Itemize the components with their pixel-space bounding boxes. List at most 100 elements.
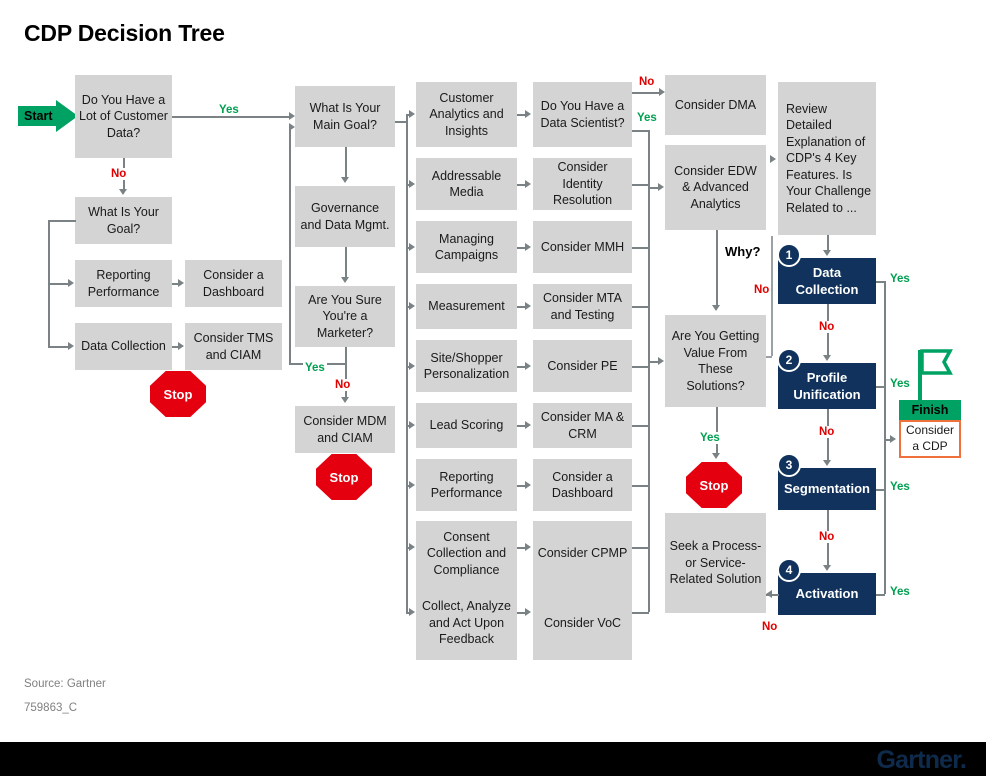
- edge-arrow-n15-n24: [525, 362, 531, 370]
- node-review-detailed-explanation-cdp-features[interactable]: Review Detailed Explanation of CDP's 4 K…: [778, 82, 876, 235]
- edge-arrow-n13: [409, 243, 415, 251]
- edge-label-yes-n37: Yes: [888, 586, 912, 598]
- edge-arrow-n33-n34: [823, 250, 831, 256]
- node-seek-a-process-or-service-related-solution[interactable]: Seek a Process- or Service-Related Solut…: [665, 513, 766, 613]
- edge-arrow-into-n33: [770, 155, 776, 163]
- finish-flag-icon: [918, 349, 953, 400]
- edge-arrow-n15: [409, 362, 415, 370]
- node-do-you-have-a-lot-of-customer-data[interactable]: Do You Have a Lot of Customer Data?: [75, 75, 172, 158]
- node-consider-edw-and-advanced-analytics[interactable]: Consider EDW & Advanced Analytics: [665, 145, 766, 230]
- node-consider-mta-and-testing[interactable]: Consider MTA and Testing: [533, 284, 632, 329]
- edge-n7-n8: [345, 147, 347, 178]
- edge-arrow-n12: [409, 180, 415, 188]
- node-consider-identity-resolution[interactable]: Consider Identity Resolution: [533, 158, 632, 210]
- node-addressable-media[interactable]: Addressable Media: [416, 158, 517, 210]
- edge-rec-n26: [632, 485, 649, 487]
- node-consider-pe[interactable]: Consider PE: [533, 340, 632, 392]
- edge-arrow-n19-n28: [525, 608, 531, 616]
- edge-arrow-n14-n23: [525, 302, 531, 310]
- gartner-logo-dot: .: [959, 746, 967, 774]
- edge-arrow-n12-n21: [525, 180, 531, 188]
- edge-rec-n22: [632, 247, 649, 249]
- node-measurement[interactable]: Measurement: [416, 284, 517, 329]
- edge-arrow-n16-n25: [525, 421, 531, 429]
- edge-rec-n21: [632, 184, 649, 186]
- edge-rec-n27: [632, 547, 649, 549]
- edge-arrow-n36-n37: [823, 565, 831, 571]
- node-are-you-sure-youre-a-marketer[interactable]: Are You Sure You're a Marketer?: [295, 286, 395, 347]
- edge-arrow-n9-n10: [341, 397, 349, 403]
- node-data-collection-left[interactable]: Data Collection: [75, 323, 172, 370]
- node-do-you-have-a-data-scientist[interactable]: Do You Have a Data Scientist?: [533, 82, 632, 147]
- edge-n20-yes-v: [648, 130, 650, 188]
- edge-label-yes-n9: Yes: [303, 362, 327, 374]
- edge-arrow-n30-n31: [712, 305, 720, 311]
- edge-label-yes-n34: Yes: [888, 273, 912, 285]
- edge-arrow-n17: [409, 481, 415, 489]
- stop-marker-left: Stop: [150, 371, 206, 417]
- start-label: Start: [24, 109, 53, 123]
- edge-arrow-n18-n27: [525, 543, 531, 551]
- edge-arrow-n5: [68, 342, 74, 350]
- edge-arrow-n18: [409, 543, 415, 551]
- node-reporting-performance-left[interactable]: Reporting Performance: [75, 260, 172, 307]
- edge-label-no-n35: No: [817, 426, 837, 438]
- edge-n8-n9: [345, 247, 347, 278]
- edge-label-yes-n35: Yes: [888, 378, 912, 390]
- edge-arrow-n8-n9: [341, 277, 349, 283]
- edge-why-join: [766, 356, 772, 358]
- start-marker: Start: [18, 100, 80, 132]
- edge-arrow-n11: [409, 110, 415, 118]
- node-site-shopper-personalization[interactable]: Site/Shopper Personalization: [416, 340, 517, 392]
- node-consider-voc[interactable]: Consider VoC: [533, 586, 632, 660]
- node-reporting-performance-mid[interactable]: Reporting Performance: [416, 459, 517, 511]
- node-consider-mmh[interactable]: Consider MMH: [533, 221, 632, 273]
- node-consider-a-dashboard-left[interactable]: Consider a Dashboard: [185, 260, 282, 307]
- edge-rec-n23: [632, 306, 649, 308]
- edge-why-line: [771, 236, 773, 356]
- edge-arrow-rec-n31: [658, 357, 664, 365]
- node-managing-campaigns[interactable]: Managing Campaigns: [416, 221, 517, 273]
- edge-n20-no: [632, 92, 660, 94]
- gartner-logo-text: Gartner: [876, 746, 961, 774]
- edge-arrow-n9-yes: [289, 123, 295, 131]
- edge-arrow-n11-n20: [525, 110, 531, 118]
- node-customer-analytics-and-insights[interactable]: Customer Analytics and Insights: [416, 82, 517, 147]
- document-code: 759863_C: [24, 702, 78, 714]
- edge-yes-bus: [884, 281, 886, 594]
- node-collect-analyze-act-upon-feedback[interactable]: Collect, Analyze and Act Upon Feedback: [416, 586, 517, 660]
- edge-arrow-n7-n8: [341, 177, 349, 183]
- node-consider-a-cdp[interactable]: Consider a CDP: [899, 420, 961, 458]
- node-consent-collection-and-compliance[interactable]: Consent Collection and Compliance: [416, 521, 517, 586]
- edge-arrow-n35-n36: [823, 460, 831, 466]
- decision-tree-canvas: CDP Decision Tree Start Do You Have a Lo…: [0, 0, 986, 776]
- node-governance-and-data-mgmt[interactable]: Governance and Data Mgmt.: [295, 186, 395, 247]
- step-number-3: 3: [777, 453, 801, 477]
- edge-arrow-n17-n26: [525, 481, 531, 489]
- edge-arrow-n1-n2: [119, 189, 127, 195]
- node-consider-ma-and-crm[interactable]: Consider MA & CRM: [533, 403, 632, 448]
- node-consider-dma[interactable]: Consider DMA: [665, 75, 766, 135]
- edge-n31-stop: [716, 407, 718, 455]
- node-consider-cpmp[interactable]: Consider CPMP: [533, 521, 632, 586]
- edge-arrow-n20-yes: [658, 183, 664, 191]
- node-consider-tms-and-ciam[interactable]: Consider TMS and CIAM: [185, 323, 282, 370]
- edge-label-why: Why?: [723, 244, 763, 259]
- edge-arrow-n16: [409, 421, 415, 429]
- edge-n9-yes-v: [289, 127, 291, 364]
- finish-label: Finish: [899, 400, 961, 420]
- edge-n7-fan-bus: [406, 114, 408, 612]
- footer-bar: [0, 742, 986, 776]
- node-what-is-your-goal[interactable]: What Is Your Goal?: [75, 197, 172, 244]
- edge-n1-n7: [172, 116, 289, 118]
- node-are-you-getting-value-from-these-solutions[interactable]: Are You Getting Value From These Solutio…: [665, 315, 766, 407]
- edge-n2-busline-top: [48, 220, 76, 222]
- node-what-is-your-main-goal[interactable]: What Is Your Main Goal?: [295, 86, 395, 147]
- edge-label-yes-n1: Yes: [217, 104, 241, 116]
- edge-label-yes-n36: Yes: [888, 481, 912, 493]
- node-consider-mdm-and-ciam[interactable]: Consider MDM and CIAM: [295, 406, 395, 453]
- node-consider-a-dashboard-mid[interactable]: Consider a Dashboard: [533, 459, 632, 511]
- stop-marker-middle: Stop: [316, 454, 372, 500]
- edge-arrow-n31-stop: [712, 453, 720, 459]
- node-lead-scoring[interactable]: Lead Scoring: [416, 403, 517, 448]
